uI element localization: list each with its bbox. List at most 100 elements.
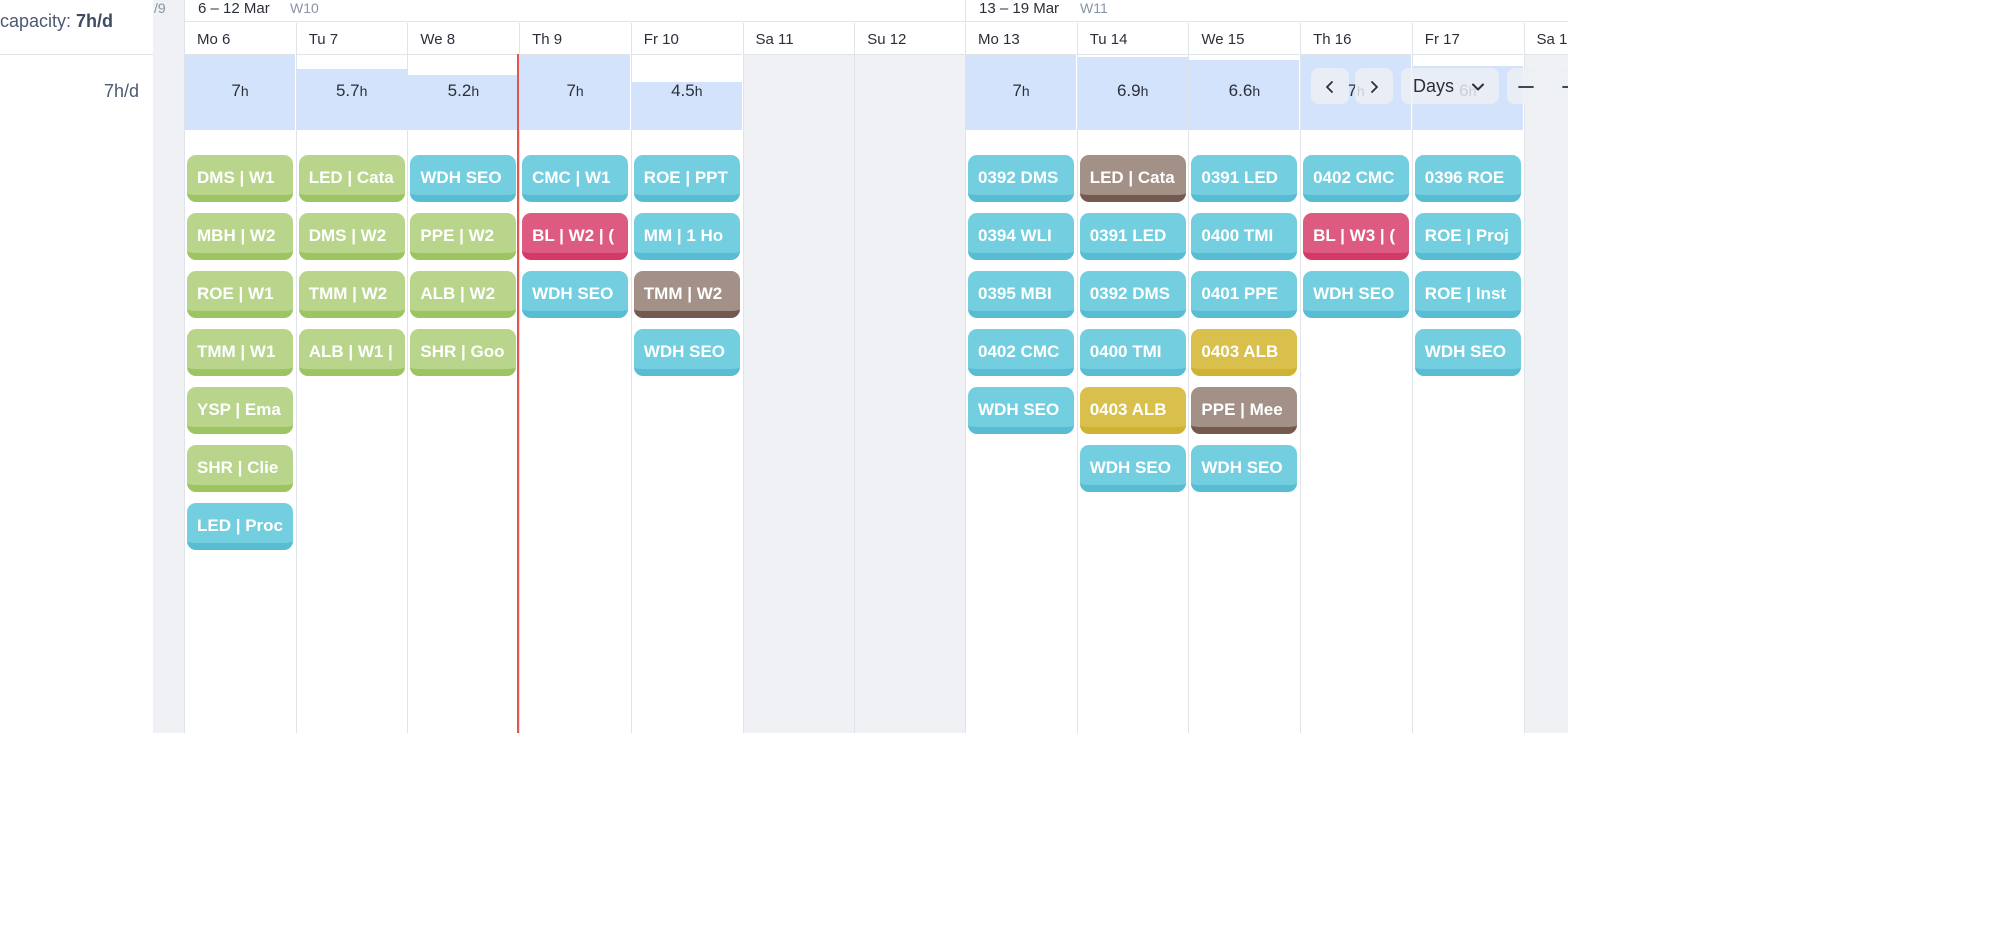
capacity-prefix: capacity: [0,11,77,31]
previous-week-fragment: /9 [154,0,166,16]
task-card[interactable]: 0391 LED [1079,213,1186,260]
workload-hours: 4.5h [632,81,742,101]
task-card[interactable]: WDH SEO [1303,271,1410,318]
day-header: Sa 18 [1524,23,1568,55]
task-card[interactable]: TMM | W2 [633,271,740,318]
task-card[interactable]: BL | W2 | ( [522,213,629,260]
workload-hours: 7h [520,81,630,101]
task-card[interactable]: TMM | W1 [187,329,293,376]
week-number: W10 [290,0,319,16]
day-label: Fr 17 [1424,31,1460,48]
workload-hours: 7h [966,81,1076,101]
day-header: Fr 10 [631,23,742,55]
day-label: Mo 6 [197,31,231,48]
day-label: Tu 7 [308,31,339,48]
workload-hours-unit: h [471,83,480,99]
day-label: We 8 [420,31,456,48]
chevron-left-icon [1323,76,1337,96]
task-card[interactable]: WDH SEO [1079,445,1186,492]
workload-hours-unit: h [575,83,584,99]
workload-hours-value: 7 [231,81,241,100]
day-column: Sa 11 [742,23,854,733]
task-card[interactable]: PPE | Mee [1191,387,1298,434]
day-column: Tu 7 5.7h LED | Cata DMS | W2 TMM | W2 ALB | … [295,23,407,733]
task-card[interactable]: 0400 TMI [1191,213,1298,260]
task-card[interactable]: SHR | Clie [187,445,293,492]
week-range: 6 – 12 Mar [198,0,270,17]
task-card[interactable]: 0402 CMC [968,329,1074,376]
day-label: Su 12 [867,31,907,48]
day-label: Th 9 [532,31,563,48]
task-card[interactable]: 0392 DMS [968,155,1074,202]
task-card[interactable]: ROE | W1 [187,271,293,318]
workload-hours-value: 6.9 [1116,81,1141,100]
day-column: Fr 10 4.5h ROE | PPT MM | 1 Ho TMM | W2 WDH S… [630,23,742,733]
day-header: Mo 6 [185,23,295,55]
workload-cell: 4.5h [631,55,742,130]
previous-week-gutter [153,0,185,733]
task-card[interactable]: SHR | Goo [410,329,517,376]
task-card[interactable]: YSP | Ema [187,387,293,434]
resource-panel: capacity: 7h/d 7h/d [0,0,154,733]
task-card[interactable]: WDH SEO [633,329,740,376]
day-label: Mo 13 [978,31,1020,48]
workload-hours-unit: h [1252,83,1261,99]
task-card[interactable]: MBH | W2 [187,213,293,260]
task-list: ROE | PPT MM | 1 Ho TMM | W2 WDH SEO [633,155,740,387]
task-card[interactable]: ALB | W1 | [298,329,405,376]
task-card[interactable]: LED | Proc [187,503,293,550]
task-card[interactable]: LED | Cata [1079,155,1186,202]
task-card[interactable]: BL | W3 | ( [1303,213,1410,260]
task-card[interactable]: 0403 ALB [1079,387,1186,434]
prev-button[interactable] [1311,68,1349,104]
task-card[interactable]: WDH SEO [1191,445,1298,492]
task-card[interactable]: WDH SEO [410,155,517,202]
task-card[interactable]: DMS | W1 [187,155,293,202]
task-card[interactable]: 0400 TMI [1079,329,1186,376]
day-label: Sa 11 [755,31,794,48]
task-card[interactable]: WDH SEO [968,387,1074,434]
task-card[interactable]: 0391 LED [1191,155,1298,202]
workload-hours-unit: h [240,83,249,99]
task-card[interactable]: ROE | PPT [633,155,740,202]
view-mode-select[interactable]: Days [1401,68,1499,104]
task-card[interactable]: TMM | W2 [298,271,405,318]
task-card[interactable]: 0401 PPE [1191,271,1298,318]
day-column: Tu 14 6.9h LED | Cata 0391 LED 0392 DMS 0400 … [1076,23,1188,733]
task-card[interactable]: WDH SEO [1414,329,1521,376]
task-card[interactable]: ROE | Inst [1414,271,1521,318]
task-list: CMC | W1 BL | W2 | ( WDH SEO [522,155,629,329]
task-card[interactable]: ALB | W2 [410,271,517,318]
task-card[interactable]: PPE | W2 [410,213,517,260]
task-card[interactable]: 0403 ALB [1191,329,1298,376]
zoom-in-button[interactable] [1551,68,1568,104]
task-card[interactable]: WDH SEO [522,271,629,318]
workload-hours: 6.6h [1189,81,1299,101]
week-header: 13 – 19 Mar W11 [965,0,1568,22]
task-card[interactable]: 0396 ROE [1414,155,1521,202]
day-header: Tu 7 [296,23,407,55]
zoom-out-button[interactable] [1507,68,1545,104]
task-card[interactable]: 0402 CMC [1303,155,1410,202]
task-card[interactable]: 0394 WLI [968,213,1074,260]
capacity-label: capacity: 7h/d [0,11,113,32]
workload-hours-unit: h [694,83,703,99]
task-card[interactable]: MM | 1 Ho [633,213,740,260]
task-card[interactable]: CMC | W1 [522,155,629,202]
header-divider [0,54,153,55]
task-card[interactable]: 0395 MBI [968,271,1074,318]
workload-cell: 5.7h [296,55,407,130]
workload-hours-unit: h [1021,83,1030,99]
row-capacity: 7h/d [103,81,139,101]
chevron-right-icon [1367,76,1381,96]
current-time-line [517,54,519,733]
task-list: 0392 DMS 0394 WLI 0395 MBI 0402 CMC WDH SEO [968,155,1074,445]
task-card[interactable]: DMS | W2 [298,213,405,260]
task-card[interactable]: 0392 DMS [1079,271,1186,318]
next-button[interactable] [1355,68,1393,104]
planner-root: capacity: 7h/d 7h/d /9 6 – 12 Mar W10 Mo 6… [0,0,1568,733]
task-card[interactable]: LED | Cata [298,155,405,202]
day-label: Tu 14 [1089,31,1128,48]
task-list: 0402 CMC BL | W3 | ( WDH SEO [1303,155,1410,329]
task-card[interactable]: ROE | Proj [1414,213,1521,260]
